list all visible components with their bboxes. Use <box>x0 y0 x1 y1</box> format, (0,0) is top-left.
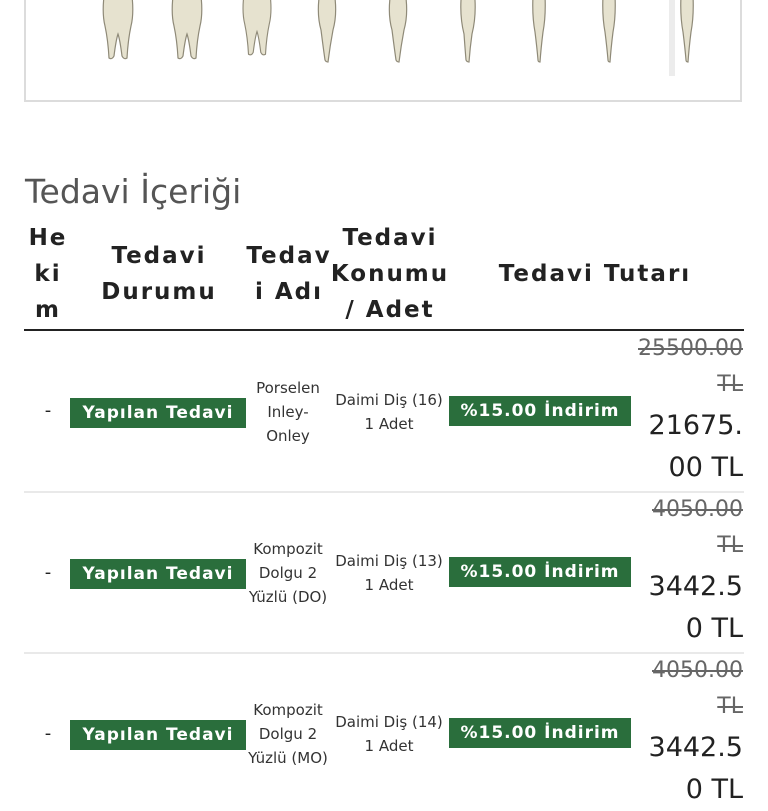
incisor-tooth-icon[interactable] <box>679 0 695 64</box>
treatment-name: Kompozit Dolgu 2 Yüzlü (DO) <box>248 540 328 606</box>
row-hekim: - <box>44 723 52 744</box>
header-adi: Tedavi Adı <box>246 243 332 305</box>
row-hekim: - <box>44 562 52 583</box>
header-konum: Tedavi Konumu / Adet <box>330 225 450 323</box>
treatment-quantity: 1 Adet <box>364 576 414 594</box>
old-price: 4050.00 TL <box>652 497 743 558</box>
incisor-tooth-icon[interactable] <box>601 0 617 64</box>
premolar-tooth-icon[interactable] <box>316 0 338 64</box>
treatment-quantity: 1 Adet <box>364 415 414 433</box>
status-badge: Yapılan Tedavi <box>70 720 246 750</box>
section-title: Tedavi İçeriği <box>25 172 242 211</box>
header-hekim: Hekim <box>28 225 68 323</box>
new-price: 21675.00 TL <box>648 410 743 483</box>
status-badge: Yapılan Tedavi <box>70 398 246 428</box>
treatment-name: Kompozit Dolgu 2 Yüzlü (MO) <box>248 701 328 767</box>
treatment-position: Daimi Diş (16) <box>335 391 443 409</box>
header-durum: Tedavi Durumu <box>101 243 217 305</box>
old-price: 4050.00 TL <box>652 658 743 719</box>
old-price: 25500.00 TL <box>638 336 743 397</box>
treatment-position: Daimi Diş (13) <box>335 552 443 570</box>
canine-tooth-icon[interactable] <box>459 0 477 64</box>
new-price: 3442.50 TL <box>648 732 743 805</box>
treatment-name: Porselen Inley-Onley <box>256 379 320 445</box>
discount-badge: %15.00 İndirim <box>449 396 631 426</box>
discount-badge: %15.00 İndirim <box>449 557 631 587</box>
premolar-tooth-icon[interactable] <box>387 0 409 64</box>
status-badge: Yapılan Tedavi <box>70 559 246 589</box>
header-tutar: Tedavi Tutarı <box>498 261 692 287</box>
molar-tooth-icon[interactable] <box>100 0 136 62</box>
new-price: 3442.50 TL <box>648 571 743 644</box>
molar-tooth-icon[interactable] <box>240 0 274 58</box>
row-hekim: - <box>44 400 52 421</box>
discount-badge: %15.00 İndirim <box>449 718 631 748</box>
molar-tooth-icon[interactable] <box>169 0 205 62</box>
incisor-tooth-icon[interactable] <box>531 0 547 64</box>
treatment-quantity: 1 Adet <box>364 737 414 755</box>
chart-divider <box>669 0 675 76</box>
treatment-position: Daimi Diş (14) <box>335 713 443 731</box>
tooth-chart <box>24 0 742 102</box>
